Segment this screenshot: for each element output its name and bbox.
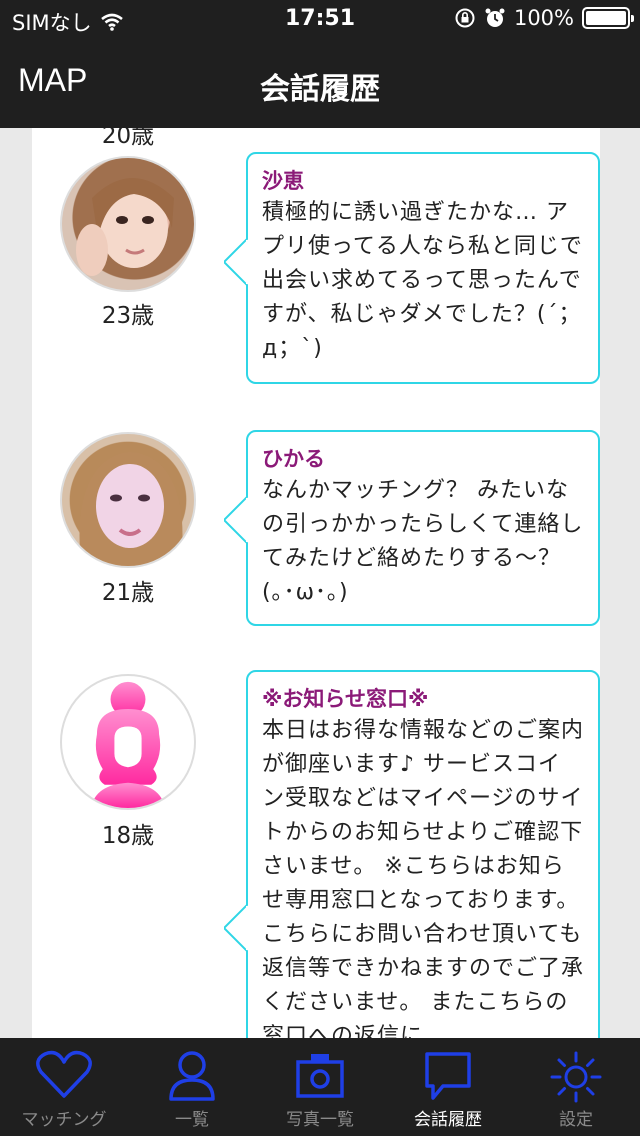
tab-label: 設定 xyxy=(559,1110,593,1130)
avatar[interactable] xyxy=(60,156,196,292)
tab-matching[interactable]: マッチング xyxy=(0,1038,128,1136)
sun-icon xyxy=(550,1051,602,1103)
woman-silhouette-icon xyxy=(91,681,165,808)
tab-conversation-history[interactable]: 会話履歴 xyxy=(384,1038,512,1136)
tab-list[interactable]: 一覧 xyxy=(128,1038,256,1136)
avatar[interactable] xyxy=(60,674,196,810)
sender-name: ※お知らせ窓口※ xyxy=(262,687,429,711)
tab-settings[interactable]: 設定 xyxy=(512,1038,640,1136)
message-bubble[interactable]: ※お知らせ窓口※ 本日はお得な情報などのご案内が御座います♪ サービスコイン受取… xyxy=(224,670,600,1038)
status-bar: SIMなし 17:51 100% xyxy=(0,0,640,40)
page-title: 会話履歴 xyxy=(260,72,380,107)
navigation-bar: MAP 会話履歴 xyxy=(0,40,640,128)
tab-label: 写真一覧 xyxy=(286,1110,354,1130)
sender-name: ひかる xyxy=(262,447,325,471)
message-bubble[interactable]: 沙恵 積極的に誘い過ぎたかな… アプリ使ってる人なら私と同じで出会い求めてるって… xyxy=(224,152,600,384)
portrait-image xyxy=(76,178,174,276)
bubble-pointer xyxy=(224,904,248,952)
message-text: 積極的に誘い過ぎたかな… アプリ使ってる人なら私と同じで出会い求めてるって思った… xyxy=(262,200,583,361)
tab-label: 会話履歴 xyxy=(414,1110,482,1130)
previous-age-label: 20歳 xyxy=(101,128,155,149)
conversation-list[interactable]: 20歳 23歳 沙恵 積極的に誘い過ぎたかな… アプリ使ってる人なら私と同じで出… xyxy=(0,128,640,1038)
rotation-lock-icon xyxy=(455,8,475,28)
alarm-icon xyxy=(485,8,505,27)
bubble-pointer xyxy=(224,238,248,286)
camera-icon xyxy=(296,1054,344,1098)
tab-label: 一覧 xyxy=(175,1110,209,1130)
avatar[interactable] xyxy=(60,432,196,568)
age-label: 21歳 xyxy=(101,580,155,606)
bubble-pointer xyxy=(224,496,248,544)
tab-photos[interactable]: 写真一覧 xyxy=(256,1038,384,1136)
heart-icon xyxy=(36,1050,92,1098)
message-text: なんかマッチング？ みたいなの引っかかったらしくて連絡してみたけど絡めたりする〜… xyxy=(262,478,584,605)
tab-bar: マッチング 一覧 写真一覧 会話履歴 設定 xyxy=(0,1038,640,1136)
portrait-image xyxy=(79,452,183,566)
battery-icon xyxy=(582,7,634,29)
battery-percentage: 100% xyxy=(513,6,574,30)
age-label: 23歳 xyxy=(101,303,155,329)
sender-name: 沙恵 xyxy=(262,169,304,193)
speech-bubble-icon xyxy=(425,1052,471,1100)
tab-label: マッチング xyxy=(21,1110,107,1130)
person-icon xyxy=(169,1051,215,1101)
message-text: 本日はお得な情報などのご案内が御座います♪ サービスコイン受取などはマイページの… xyxy=(262,718,585,1038)
age-label: 18歳 xyxy=(101,823,155,849)
message-bubble[interactable]: ひかる なんかマッチング？ みたいなの引っかかったらしくて連絡してみたけど絡めた… xyxy=(224,430,600,626)
